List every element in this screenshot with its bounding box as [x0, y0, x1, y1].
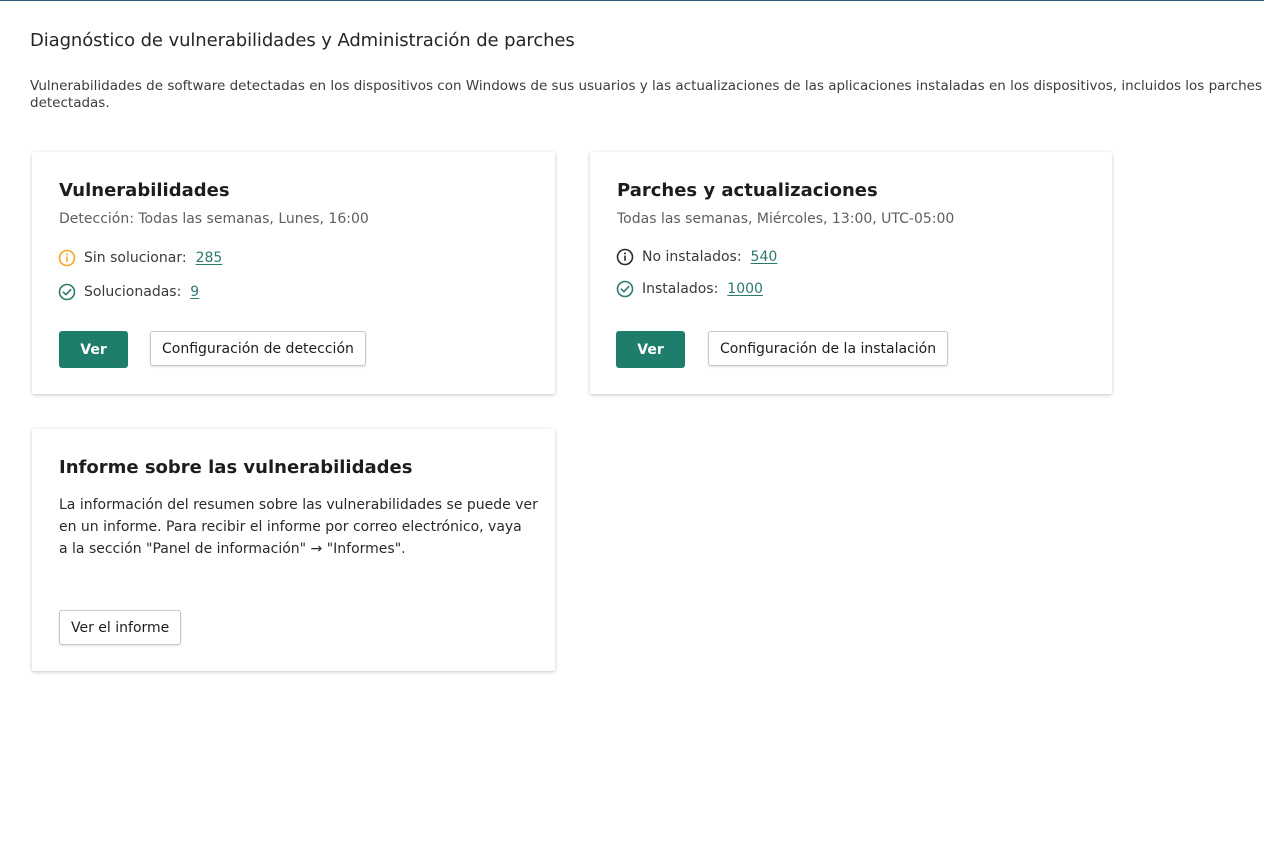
patches-card: Parches y actualizaciones Todas las sema…	[590, 152, 1112, 394]
view-vulnerabilities-button[interactable]: Ver	[59, 331, 128, 368]
check-circle-icon	[58, 283, 76, 301]
vulnerabilities-schedule: Detección: Todas las semanas, Lunes, 16:…	[59, 211, 369, 227]
installed-count-link[interactable]: 1000	[727, 281, 763, 297]
detection-settings-button[interactable]: Configuración de detección	[150, 331, 366, 366]
info-circle-icon	[616, 248, 634, 266]
vulnerabilities-card: Vulnerabilidades Detección: Todas las se…	[32, 152, 555, 394]
resolved-row: Solucionadas: 9	[58, 282, 199, 302]
installed-row: Instalados: 1000	[616, 279, 763, 299]
warning-circle-icon	[58, 249, 76, 267]
page-description-line: Vulnerabilidades de software detectadas …	[30, 78, 1263, 94]
unresolved-label: Sin solucionar:	[84, 250, 187, 266]
vulnerability-report-card: Informe sobre las vulnerabilidades La in…	[32, 429, 555, 671]
page-title: Diagnóstico de vulnerabilidades y Admini…	[30, 30, 575, 51]
not-installed-label: No instalados:	[642, 249, 742, 265]
not-installed-count-link[interactable]: 540	[751, 249, 778, 265]
top-border	[0, 0, 1264, 1]
page-description: Vulnerabilidades de software detectadas …	[30, 78, 1264, 112]
report-description-line: a la sección "Panel de información" → "I…	[59, 541, 406, 557]
patches-schedule: Todas las semanas, Miércoles, 13:00, UTC…	[617, 211, 955, 227]
page-description-line: detectadas.	[30, 95, 110, 111]
vulnerabilities-title: Vulnerabilidades	[59, 180, 230, 201]
installed-label: Instalados:	[642, 281, 719, 297]
view-report-button[interactable]: Ver el informe	[59, 610, 182, 645]
not-installed-row: No instalados: 540	[616, 247, 777, 267]
resolved-count-link[interactable]: 9	[190, 284, 199, 300]
unresolved-row: Sin solucionar: 285	[58, 248, 222, 268]
installation-settings-button[interactable]: Configuración de la instalación	[708, 331, 949, 366]
report-description: La información del resumen sobre las vul…	[59, 494, 538, 560]
check-circle-icon	[616, 280, 634, 298]
view-patches-button[interactable]: Ver	[616, 331, 685, 368]
report-title: Informe sobre las vulnerabilidades	[59, 457, 413, 478]
unresolved-count-link[interactable]: 285	[196, 250, 223, 266]
resolved-label: Solucionadas:	[84, 284, 182, 300]
patches-title: Parches y actualizaciones	[617, 180, 878, 201]
report-description-line: La información del resumen sobre las vul…	[59, 497, 538, 513]
report-description-line: en un informe. Para recibir el informe p…	[59, 519, 522, 535]
